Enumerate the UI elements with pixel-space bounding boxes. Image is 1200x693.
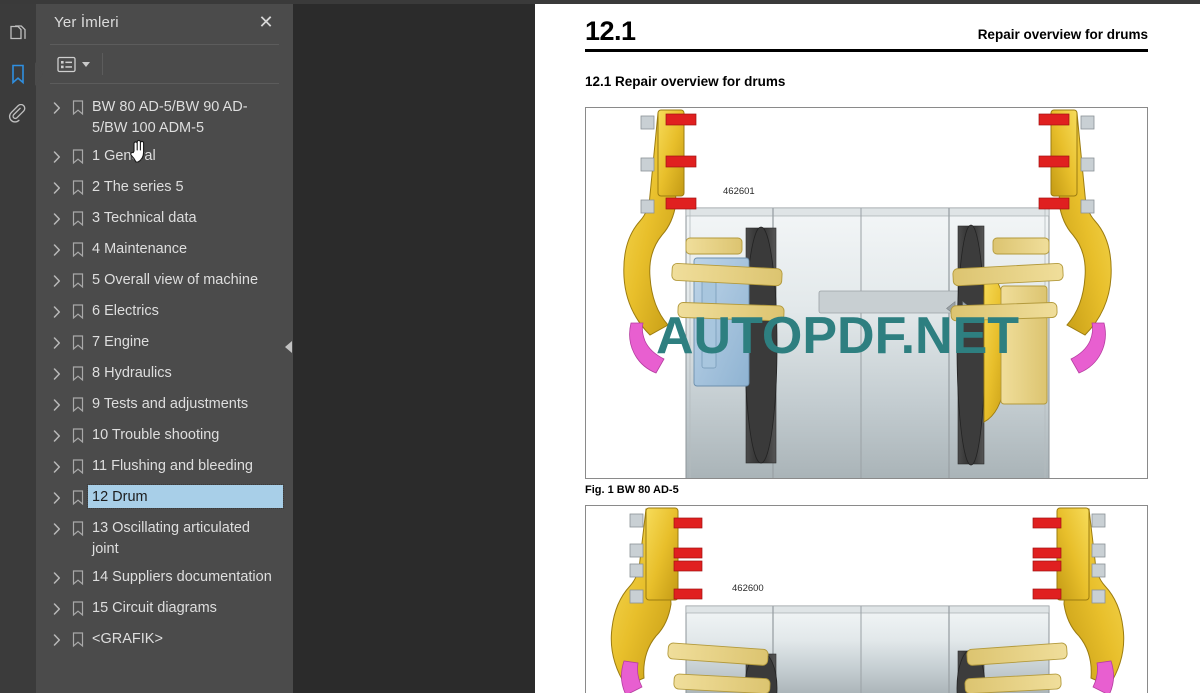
pdf-reader-window: Yer İmleri ✕ BW 80 AD-5/BW 90 AD-5/BW 10… xyxy=(0,0,1200,693)
chevron-right-icon[interactable] xyxy=(48,175,66,200)
bookmark-item[interactable]: 8 Hydraulics xyxy=(36,358,293,389)
bookmark-item[interactable]: 9 Tests and adjustments xyxy=(36,389,293,420)
chevron-right-icon[interactable] xyxy=(48,206,66,231)
bookmarks-toolbar xyxy=(36,45,293,83)
bookmarks-panel-header: Yer İmleri ✕ xyxy=(36,0,293,44)
bookmark-icon xyxy=(66,144,90,169)
bookmark-icon xyxy=(66,454,90,479)
bookmark-item[interactable]: 1 General xyxy=(36,141,293,172)
bookmark-icon xyxy=(66,206,90,231)
bookmark-item-label: <GRAFIK> xyxy=(92,631,163,647)
bookmark-item-label: 3 Technical data xyxy=(92,210,197,226)
chevron-down-icon xyxy=(82,61,90,67)
bookmark-item-label: 13 Oscillating articulated joint xyxy=(92,520,250,557)
chevron-right-icon[interactable] xyxy=(48,627,66,652)
toolbar-separator xyxy=(102,53,103,75)
chevron-right-icon[interactable] xyxy=(48,268,66,293)
bookmarks-icon[interactable] xyxy=(0,54,43,94)
bookmark-item-label: 15 Circuit diagrams xyxy=(92,600,217,616)
figure-2: 462600 xyxy=(585,505,1148,693)
bookmark-icon xyxy=(66,330,90,355)
document-header: 12.1 Repair overview for drums xyxy=(585,0,1148,52)
bookmark-item-label: BW 80 AD-5/BW 90 AD-5/BW 100 ADM-5 xyxy=(92,99,248,136)
bookmark-item[interactable]: BW 80 AD-5/BW 90 AD-5/BW 100 ADM-5 xyxy=(36,92,293,141)
bookmark-icon xyxy=(66,361,90,386)
collapse-panel-icon[interactable] xyxy=(282,333,294,361)
bookmark-item-label: 10 Trouble shooting xyxy=(92,427,220,443)
bookmark-icon xyxy=(66,423,90,448)
close-icon[interactable]: ✕ xyxy=(253,9,279,35)
chevron-right-icon[interactable] xyxy=(48,299,66,324)
chevron-right-icon[interactable] xyxy=(48,361,66,386)
chevron-right-icon[interactable] xyxy=(48,516,66,541)
bookmark-item[interactable]: 6 Electrics xyxy=(36,296,293,327)
chevron-right-icon[interactable] xyxy=(48,423,66,448)
bookmark-item[interactable]: 13 Oscillating articulated joint xyxy=(36,513,293,562)
figure-part-number: 462601 xyxy=(723,186,755,197)
figure-1: 462601 xyxy=(585,107,1148,479)
bookmark-item[interactable]: 4 Maintenance xyxy=(36,234,293,265)
figure-caption-1: Fig. 1 BW 80 AD-5 xyxy=(585,484,679,496)
drum-assembly-drawing-2 xyxy=(610,507,1125,693)
chevron-right-icon[interactable] xyxy=(48,485,66,510)
page-thumbnails-icon[interactable] xyxy=(0,14,36,54)
drum-assembly-drawing-1 xyxy=(623,109,1112,478)
bookmarks-panel-title: Yer İmleri xyxy=(54,13,119,31)
chevron-right-icon[interactable] xyxy=(48,596,66,621)
bookmark-icon xyxy=(66,565,90,590)
page-title: 12.1 xyxy=(585,16,636,46)
bookmark-item-label: 2 The series 5 xyxy=(92,179,184,195)
bookmark-item[interactable]: 5 Overall view of machine xyxy=(36,265,293,296)
bookmark-item[interactable]: 3 Technical data xyxy=(36,203,293,234)
bookmark-item-label: 4 Maintenance xyxy=(92,241,188,257)
bookmark-item[interactable]: <GRAFIK> xyxy=(36,624,293,655)
bookmark-icon xyxy=(66,237,90,262)
bookmark-item[interactable]: 7 Engine xyxy=(36,327,293,358)
bookmark-icon xyxy=(66,485,90,510)
section-heading: 12.1 Repair overview for drums xyxy=(585,74,786,89)
bookmark-icon xyxy=(66,268,90,293)
figure-part-number: 462600 xyxy=(732,583,764,594)
bookmarks-panel: Yer İmleri ✕ BW 80 AD-5/BW 90 AD-5/BW 10… xyxy=(36,0,293,693)
bookmark-item-label: 9 Tests and adjustments xyxy=(92,396,249,412)
left-icon-rail xyxy=(0,0,43,693)
bookmark-item[interactable]: 10 Trouble shooting xyxy=(36,420,293,451)
bookmark-icon xyxy=(66,516,90,541)
bookmark-icon xyxy=(66,95,90,120)
bookmark-item[interactable]: 12 Drum xyxy=(36,482,293,513)
chevron-right-icon[interactable] xyxy=(48,144,66,169)
bookmark-item-label: 6 Electrics xyxy=(92,303,159,319)
bookmark-item-label: 8 Hydraulics xyxy=(92,365,172,381)
bookmark-item[interactable]: 2 The series 5 xyxy=(36,172,293,203)
window-top-strip xyxy=(0,0,1200,4)
bookmark-item[interactable]: 14 Suppliers documentation xyxy=(36,562,293,593)
bookmark-item-label: 14 Suppliers documentation xyxy=(92,569,272,585)
chevron-right-icon[interactable] xyxy=(48,330,66,355)
bookmark-icon xyxy=(66,627,90,652)
attachments-icon[interactable] xyxy=(0,94,36,134)
chevron-right-icon[interactable] xyxy=(48,95,66,120)
header-running-title: Repair overview for drums xyxy=(977,27,1148,42)
bookmark-item-label: 5 Overall view of machine xyxy=(92,272,259,288)
document-viewer[interactable]: 12.1 Repair overview for drums 12.1 Repa… xyxy=(293,0,1200,693)
bookmark-item[interactable]: 11 Flushing and bleeding xyxy=(36,451,293,482)
bookmark-item-label: 12 Drum xyxy=(87,484,284,509)
bookmark-icon xyxy=(66,175,90,200)
bookmark-item-label: 11 Flushing and bleeding xyxy=(92,458,253,474)
bookmark-icon xyxy=(66,299,90,324)
chevron-right-icon[interactable] xyxy=(48,565,66,590)
bookmark-item-label: 7 Engine xyxy=(92,334,150,350)
list-options-icon[interactable] xyxy=(54,53,93,76)
chevron-right-icon[interactable] xyxy=(48,392,66,417)
pdf-page: 12.1 Repair overview for drums 12.1 Repa… xyxy=(535,0,1200,693)
bookmark-item[interactable]: 15 Circuit diagrams xyxy=(36,593,293,624)
bookmark-icon xyxy=(66,392,90,417)
collapse-arrow xyxy=(284,341,292,353)
chevron-right-icon[interactable] xyxy=(48,454,66,479)
bookmark-item-label: 1 General xyxy=(92,148,156,164)
bookmark-icon xyxy=(66,596,90,621)
chevron-right-icon[interactable] xyxy=(48,237,66,262)
bookmark-list[interactable]: BW 80 AD-5/BW 90 AD-5/BW 100 ADM-5 1 Gene… xyxy=(36,84,293,693)
